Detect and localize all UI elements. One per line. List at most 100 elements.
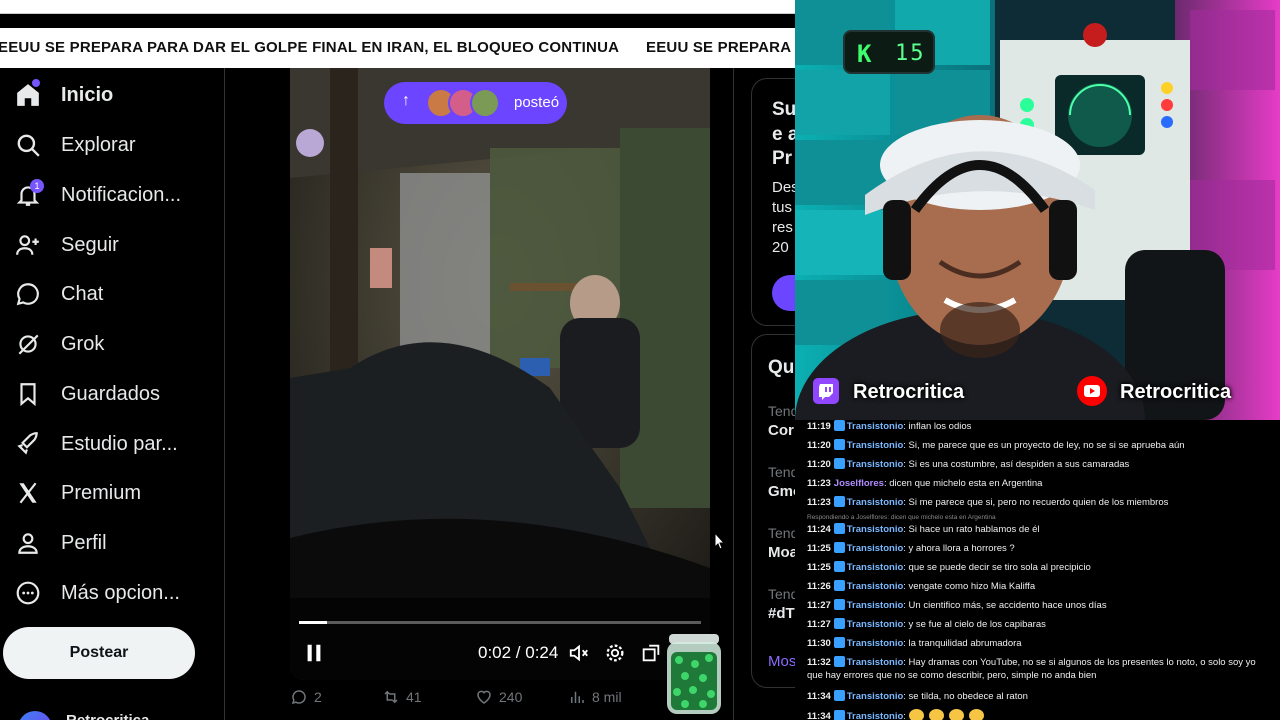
chat-text: la tranquilidad abrumadora: [908, 638, 1022, 649]
chat-username[interactable]: Transistonio: [847, 638, 903, 649]
chat-message: 11:27 Transistonio: y se fue al cielo de …: [807, 618, 1046, 630]
chat-emote-icon: [968, 709, 984, 720]
chat-username[interactable]: Transistonio: [847, 581, 903, 592]
nav-item-mas-opciones[interactable]: Más opcion...: [0, 571, 224, 615]
bookmark-icon: [14, 380, 42, 408]
nav-label: Inicio: [61, 83, 114, 106]
chat-message: 11:20 Transistonio: Si es una costumbre, …: [807, 458, 1130, 470]
ticker-headline-repeat: EEUU SE PREPARA PA: [646, 39, 795, 56]
like-button[interactable]: 240: [475, 688, 522, 706]
chat-timestamp: 11:26: [807, 581, 831, 592]
nav-item-inicio[interactable]: Inicio: [0, 73, 224, 117]
nav-label: Perfil: [61, 531, 107, 554]
chat-message: 11:34 Transistonio:: [807, 709, 1267, 720]
chat-username[interactable]: Transistonio: [847, 543, 903, 554]
profile-name[interactable]: Retrocritica: [66, 712, 149, 720]
chat-timestamp: 11:25: [807, 543, 831, 554]
nav-item-guardados[interactable]: Guardados: [0, 372, 224, 416]
video-progress-fill: [299, 621, 328, 624]
more-circle-icon: [14, 579, 42, 607]
search-icon: [14, 131, 42, 159]
chat-message: 11:23 Joselflores: dicen que michelo esta…: [807, 478, 1043, 489]
nav-item-seguir[interactable]: Seguir: [0, 223, 224, 267]
video-progress-bar[interactable]: [299, 621, 701, 624]
chat-badge-icon: [833, 420, 845, 431]
chat-badge-icon: [833, 656, 845, 667]
arrow-up-icon: ↑: [402, 92, 410, 109]
reply-count: 2: [314, 689, 322, 705]
chat-username[interactable]: Transistonio: [847, 440, 903, 451]
chat-username[interactable]: Transistonio: [847, 711, 903, 720]
nav-item-perfil[interactable]: Perfil: [0, 521, 224, 565]
promo-body-line: 20: [772, 239, 789, 256]
chat-message: 11:25 Transistonio: que se puede decir se…: [807, 561, 1091, 573]
mute-button[interactable]: [568, 642, 590, 669]
nav-label: Chat: [61, 282, 104, 305]
chat-username[interactable]: Transistonio: [847, 459, 903, 470]
views-button[interactable]: 8 mil: [568, 688, 622, 706]
kick-viewer-counter: K 15: [843, 30, 935, 74]
chat-username[interactable]: Joselflores: [834, 478, 884, 489]
unread-dot: [32, 79, 40, 87]
chat-timestamp: 11:24: [807, 524, 831, 535]
reply-button[interactable]: 2: [290, 688, 322, 706]
chat-text: dicen que michelo esta en Argentina: [889, 478, 1043, 489]
avatar[interactable]: [18, 711, 52, 720]
chat-username[interactable]: Transistonio: [847, 562, 903, 573]
chat-timestamp: 11:30: [807, 638, 831, 649]
chat-timestamp: 11:27: [807, 619, 831, 630]
nav-item-premium[interactable]: Premium: [0, 471, 224, 515]
column-divider: [224, 68, 225, 720]
reply-icon: [291, 690, 306, 705]
trend-name[interactable]: Cor: [768, 422, 794, 439]
chat-username[interactable]: Transistonio: [847, 657, 903, 668]
chat-message: 11:30 Transistonio: la tranquilidad abrum…: [807, 637, 1022, 649]
nav-label: Grok: [61, 332, 105, 355]
clover-jar-icon: [667, 634, 721, 714]
repost-count: 41: [406, 689, 422, 705]
ticker-headline: EEUU SE PREPARA PARA DAR EL GOLPE FINAL …: [0, 39, 620, 56]
chat-username[interactable]: Transistonio: [847, 497, 903, 508]
chat-username[interactable]: Transistonio: [847, 600, 903, 611]
chat-timestamp: 11:34: [807, 711, 831, 720]
post-button[interactable]: Postear: [3, 627, 195, 679]
column-divider: [733, 68, 734, 720]
trends-title: Qu: [768, 357, 795, 378]
chat-reply-note: Respondiendo a Joselflores: dicen que mi…: [807, 514, 996, 521]
video-player[interactable]: [290, 68, 710, 680]
nav-item-notificaciones[interactable]: 1 Notificacion...: [0, 173, 224, 217]
bar-chart-icon: [571, 691, 584, 703]
rocket-icon: [14, 430, 42, 458]
nav-label: Premium: [61, 481, 142, 504]
chat-username[interactable]: Transistonio: [847, 619, 903, 630]
chat-message: 11:24 Transistonio: Si hace un rato habla…: [807, 523, 1040, 535]
pause-button[interactable]: [303, 642, 325, 669]
popout-icon[interactable]: [640, 642, 662, 669]
repost-button[interactable]: 41: [382, 688, 422, 706]
nav-item-grok[interactable]: Grok: [0, 322, 224, 366]
trend-name[interactable]: #dT: [768, 605, 795, 622]
chat-username[interactable]: Transistonio: [847, 691, 903, 702]
promo-title-line: Su: [772, 99, 797, 120]
chat-text: Si, me parece que es un proyecto de ley,…: [908, 440, 1185, 451]
chat-message: 11:27 Transistonio: Un cientifico más, se…: [807, 599, 1107, 611]
nav-item-chat[interactable]: Chat: [0, 272, 224, 316]
posted-notification-pill[interactable]: ↑ posteó: [384, 82, 567, 124]
nav-item-explorar[interactable]: Explorar: [0, 123, 224, 167]
chat-badge-icon: [833, 496, 845, 507]
nav-label: Seguir: [61, 233, 119, 256]
nav-item-estudio[interactable]: Estudio par...: [0, 422, 224, 466]
kick-logo-icon: K: [857, 40, 872, 68]
show-more-link[interactable]: Mos: [768, 653, 796, 670]
chat-text: Si me parece que si, pero no recuerdo qu…: [908, 497, 1169, 508]
trend-name[interactable]: Moa: [768, 544, 798, 561]
chat-username[interactable]: Transistonio: [847, 524, 903, 535]
chat-badge-icon: [833, 580, 845, 591]
settings-gear-icon[interactable]: [604, 642, 626, 669]
chat-text: y se fue al cielo de los capibaras: [908, 619, 1046, 630]
nav-label: Notificacion...: [61, 183, 182, 206]
chat-timestamp: 11:23: [807, 497, 831, 508]
chat-emote-icon: [908, 709, 924, 720]
twitch-logo-icon: [813, 378, 839, 404]
chat-username[interactable]: Transistonio: [847, 421, 903, 432]
